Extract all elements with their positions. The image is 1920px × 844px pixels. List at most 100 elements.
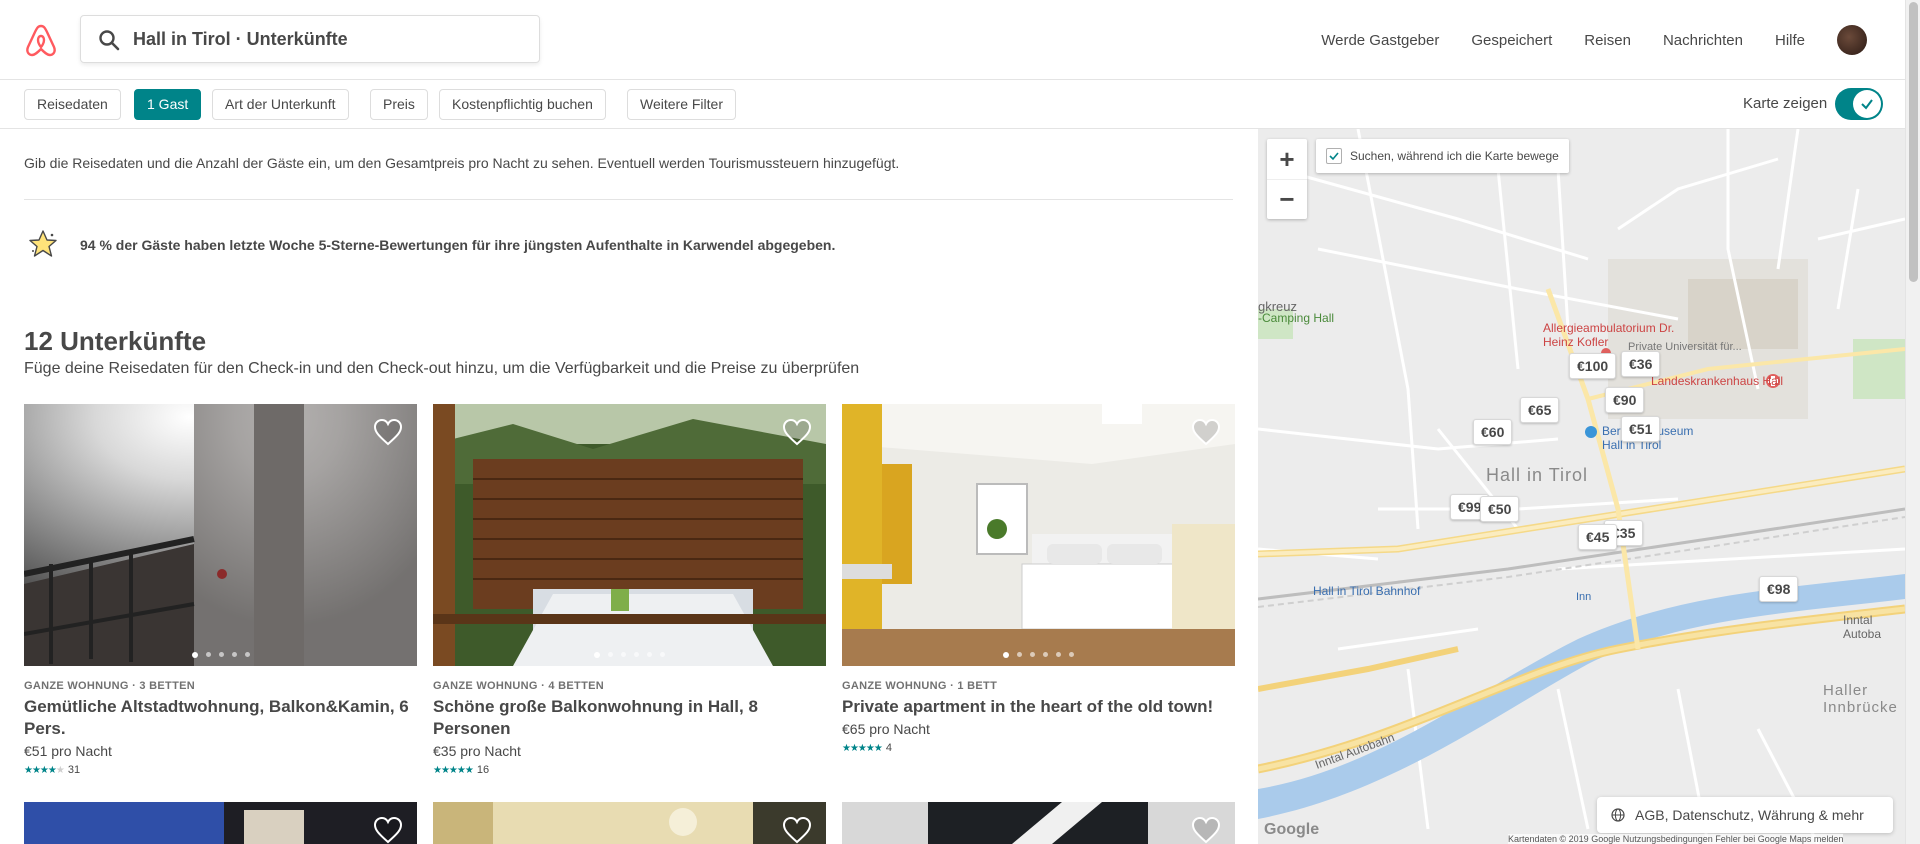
listing-photo-image xyxy=(24,802,417,844)
reviews-highlight: 94 % der Gäste haben letzte Woche 5-Ster… xyxy=(80,237,836,253)
map-footer-link-label: AGB, Datenschutz, Währung & mehr xyxy=(1635,807,1864,823)
review-count: 16 xyxy=(476,764,490,776)
price-pin[interactable]: €36 xyxy=(1621,351,1661,377)
search-while-moving-checkbox[interactable]: Suchen, während ich die Karte bewege xyxy=(1316,139,1569,173)
price-pin[interactable]: €45 xyxy=(1578,524,1618,550)
google-logo: Google xyxy=(1264,821,1320,838)
listing-photo[interactable] xyxy=(433,404,826,666)
top-nav: Werde Gastgeber Gespeichert Reisen Nachr… xyxy=(1305,0,1905,80)
map-toggle-label: Karte zeigen xyxy=(1743,95,1828,112)
price-pin[interactable]: €98 xyxy=(1759,576,1799,602)
map-toggle[interactable] xyxy=(1835,88,1883,120)
map-canvas[interactable] xyxy=(1258,129,1905,844)
search-input[interactable]: Hall in Tirol · Unterkünfte xyxy=(80,15,540,63)
listing-rating: ★★★★★ 16 xyxy=(433,764,826,776)
save-heart-icon[interactable] xyxy=(782,418,812,446)
review-count: 4 xyxy=(885,742,892,754)
nav-become-host[interactable]: Werde Gastgeber xyxy=(1305,32,1455,49)
listing-rating: ★★★★★ 4 xyxy=(842,742,1235,754)
search-value: Hall in Tirol · Unterkünfte xyxy=(133,29,348,49)
photo-dots xyxy=(24,652,417,658)
save-heart-icon[interactable] xyxy=(782,816,812,844)
toggle-knob xyxy=(1853,90,1881,118)
save-heart-icon[interactable] xyxy=(373,418,403,446)
listing-price: €35 pro Nacht xyxy=(433,743,521,759)
divider xyxy=(24,199,1233,200)
review-count: 31 xyxy=(67,764,81,776)
listing-type: GANZE WOHNUNG · 1 BETT xyxy=(842,680,998,692)
price-pin[interactable]: €90 xyxy=(1605,387,1645,413)
filter-more-button[interactable]: Weitere Filter xyxy=(627,89,736,120)
map-label-inn: Inn xyxy=(1576,591,1592,603)
listing-type: GANZE WOHNUNG · 4 BETTEN xyxy=(433,680,604,692)
listing-photo-image xyxy=(842,404,1235,666)
zoom-in-button[interactable]: + xyxy=(1267,139,1307,179)
save-heart-icon[interactable] xyxy=(1191,418,1221,446)
save-heart-icon[interactable] xyxy=(1191,816,1221,844)
filter-dates-button[interactable]: Reisedaten xyxy=(24,89,121,120)
globe-icon xyxy=(1611,808,1625,822)
search-while-moving-label: Suchen, während ich die Karte bewege xyxy=(1350,149,1559,163)
map-footer-link[interactable]: AGB, Datenschutz, Währung & mehr xyxy=(1597,797,1893,833)
top-header: Hall in Tirol · Unterkünfte Werde Gastge… xyxy=(0,0,1905,80)
listing-card[interactable]: GANZE WOHNUNG · 3 BETTEN Gemütliche Alts… xyxy=(24,404,417,776)
nav-help[interactable]: Hilfe xyxy=(1759,32,1821,49)
nav-saved[interactable]: Gespeichert xyxy=(1455,32,1568,49)
filter-bar: Reisedaten 1 Gast Art der Unterkunft Pre… xyxy=(0,80,1905,129)
filter-price-button[interactable]: Preis xyxy=(370,89,428,120)
listing-price: €51 pro Nacht xyxy=(24,743,112,759)
listing-title[interactable]: Gemütliche Altstadtwohnung, Balkon&Kamin… xyxy=(24,696,417,740)
check-icon xyxy=(1861,99,1873,110)
listing-photo-image xyxy=(433,404,826,666)
listing-card-partial[interactable] xyxy=(842,802,1235,844)
price-pin[interactable]: €100 xyxy=(1569,353,1617,379)
zoom-out-button[interactable]: − xyxy=(1267,179,1307,219)
listing-card[interactable]: GANZE WOHNUNG · 1 BETT Private apartment… xyxy=(842,404,1235,754)
listing-title[interactable]: Private apartment in the heart of the ol… xyxy=(842,696,1235,718)
price-notice: Gib die Reisedaten und die Anzahl der Gä… xyxy=(24,155,900,171)
listing-card-partial[interactable] xyxy=(433,802,826,844)
results-subtitle: Füge deine Reisedaten für den Check-in u… xyxy=(24,360,860,377)
filter-instant-book-button[interactable]: Kostenpflichtig buchen xyxy=(439,89,606,120)
map-label-town: Hall in Tirol xyxy=(1486,465,1589,485)
filter-guests-button[interactable]: 1 Gast xyxy=(134,89,202,120)
photo-dots xyxy=(433,652,826,658)
listing-photo[interactable] xyxy=(24,404,417,666)
filter-type-button[interactable]: Art der Unterkunft xyxy=(212,89,349,120)
scrollbar-thumb[interactable] xyxy=(1909,2,1918,282)
listing-type: GANZE WOHNUNG · 3 BETTEN xyxy=(24,680,195,692)
photo-dots xyxy=(842,652,1235,658)
listing-photo[interactable] xyxy=(842,404,1235,666)
listing-photo-image xyxy=(24,404,417,666)
listing-title[interactable]: Schöne große Balkonwohnung in Hall, 8 Pe… xyxy=(433,696,826,740)
rating-stars-icon: ★★★★★ xyxy=(842,742,883,754)
nav-trips[interactable]: Reisen xyxy=(1568,32,1647,49)
nav-messages[interactable]: Nachrichten xyxy=(1647,32,1759,49)
search-icon xyxy=(99,30,120,51)
map-attribution[interactable]: Kartendaten © 2019 Google Nutzungsbeding… xyxy=(1508,834,1844,844)
results-count: 12 Unterkünfte xyxy=(24,326,207,356)
rating-stars-icon: ★★★★★ xyxy=(24,764,65,776)
listing-price: €65 pro Nacht xyxy=(842,721,930,737)
page-scrollbar[interactable] xyxy=(1905,0,1920,844)
price-pin[interactable]: €51 xyxy=(1621,416,1661,442)
save-heart-icon[interactable] xyxy=(373,816,403,844)
avatar[interactable] xyxy=(1837,25,1867,55)
map-label-hospital: Landeskrankenhaus Hall xyxy=(1651,374,1784,388)
airbnb-logo-icon[interactable] xyxy=(24,22,58,58)
price-pin[interactable]: €65 xyxy=(1520,397,1560,423)
map-label-camping: -Camping Hall xyxy=(1258,311,1335,325)
listing-rating: ★★★★★ 31 xyxy=(24,764,417,776)
listing-card-partial[interactable] xyxy=(24,802,417,844)
rating-stars-icon: ★★★★★ xyxy=(433,764,474,776)
checkbox-icon[interactable] xyxy=(1326,148,1342,164)
price-pin[interactable]: €50 xyxy=(1480,496,1520,522)
zoom-controls: + − xyxy=(1267,139,1307,219)
price-pin[interactable]: €60 xyxy=(1473,419,1513,445)
listing-photo-image xyxy=(433,802,826,844)
listing-card[interactable]: GANZE WOHNUNG · 4 BETTEN Schöne große Ba… xyxy=(433,404,826,776)
map-label-station: Hall in Tirol Bahnhof xyxy=(1313,584,1421,598)
listing-photo-image xyxy=(842,802,1235,844)
map-panel[interactable]: + − Suchen, während ich die Karte bewege… xyxy=(1258,129,1905,844)
map-label-inntal-right: Inntal Autoba xyxy=(1843,613,1882,641)
